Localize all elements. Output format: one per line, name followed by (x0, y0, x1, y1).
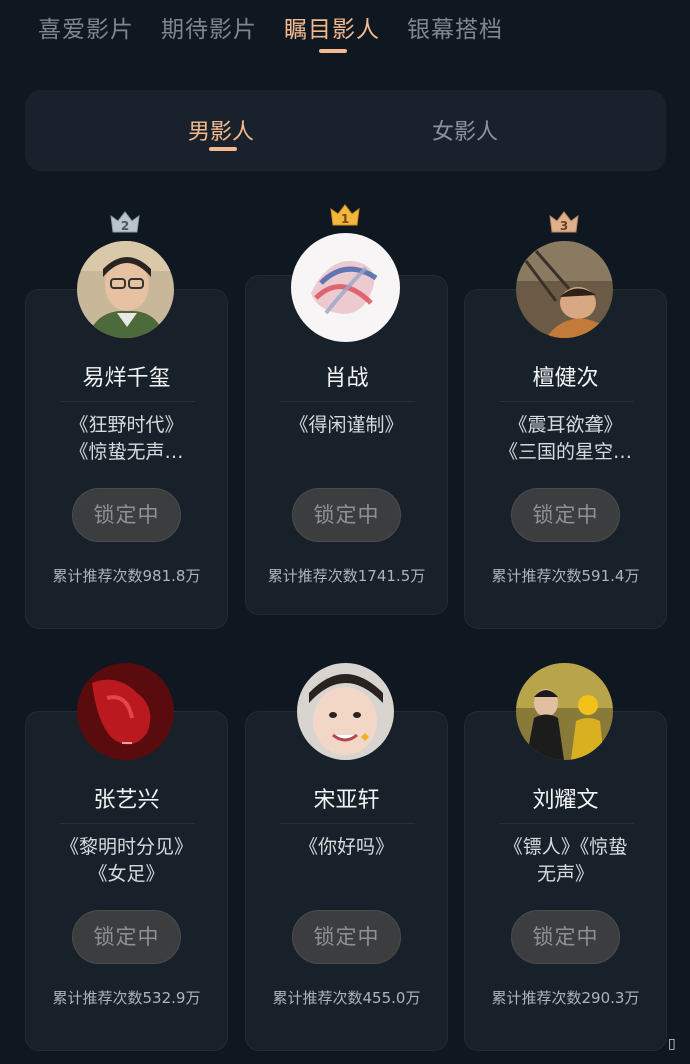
locked-button[interactable]: 锁定中 (292, 910, 401, 964)
gender-segment-control: 男影人 女影人 (25, 90, 666, 171)
work-title: 《镖人》《惊蛰 (503, 836, 628, 858)
crown-bronze-icon: 3 (549, 211, 579, 233)
person-name: 肖战 (324, 366, 369, 391)
recommend-count: 累计推荐次数455.0万 (272, 989, 421, 1007)
locked-button[interactable]: 锁定中 (292, 488, 401, 542)
work-title: 《狂野时代》 (69, 414, 184, 436)
avatar[interactable] (516, 241, 613, 338)
person-name: 张艺兴 (93, 788, 160, 813)
person-card[interactable]: 张艺兴 《黎明时分见》 《女足》 锁定中 累计推荐次数532.9万 (25, 711, 228, 1051)
crown-gold-icon: 1 (330, 204, 360, 226)
locked-button[interactable]: 锁定中 (511, 488, 620, 542)
recommend-count: 累计推荐次数532.9万 (52, 989, 201, 1007)
person-name: 刘耀文 (532, 788, 599, 813)
person-works: 《震耳欲聋》 《三国的星空… (465, 412, 666, 466)
work-title: 《你好吗》 (298, 836, 394, 858)
person-name: 檀健次 (532, 366, 599, 391)
divider (499, 401, 634, 402)
avatar[interactable] (77, 241, 174, 338)
person-name: 宋亚轩 (313, 788, 380, 813)
work-title: 《得闲谨制》 (289, 414, 404, 436)
rank-label: 1 (341, 212, 349, 226)
locked-button[interactable]: 锁定中 (511, 910, 620, 964)
avatar[interactable] (291, 233, 400, 342)
segment-female[interactable]: 女影人 (432, 114, 498, 146)
person-works: 《你好吗》 (246, 834, 447, 861)
tab-screen-partners[interactable]: 银幕搭档 (407, 10, 503, 44)
rank-label: 3 (560, 219, 568, 233)
work-title: 《女足》 (88, 863, 165, 885)
locked-button[interactable]: 锁定中 (72, 910, 181, 964)
person-card[interactable]: 檀健次 《震耳欲聋》 《三国的星空… 锁定中 累计推荐次数591.4万 (464, 289, 667, 629)
person-works: 《得闲谨制》 (246, 412, 447, 439)
work-title: 《三国的星空… (498, 441, 632, 463)
top-tab-bar: 喜爱影片 期待影片 瞩目影人 银幕搭档 (0, 0, 690, 70)
tab-favorite-films[interactable]: 喜爱影片 (38, 10, 134, 44)
person-works: 《镖人》《惊蛰 无声》 (465, 834, 666, 888)
avatar[interactable] (297, 663, 394, 760)
recommend-count: 累计推荐次数981.8万 (52, 567, 201, 585)
work-title: 《震耳欲聋》 (508, 414, 623, 436)
active-tab-indicator (319, 49, 347, 53)
active-segment-indicator (209, 147, 237, 151)
locked-button[interactable]: 锁定中 (72, 488, 181, 542)
scrollbar-indicator: ▯ (668, 1036, 676, 1052)
divider (499, 823, 634, 824)
divider (60, 401, 195, 402)
rank-label: 2 (121, 219, 129, 233)
avatar[interactable] (516, 663, 613, 760)
work-title: 《惊蛰无声… (69, 441, 184, 463)
person-works: 《黎明时分见》 《女足》 (26, 834, 227, 888)
segment-male[interactable]: 男影人 (188, 114, 254, 146)
tab-notable-people[interactable]: 瞩目影人 (284, 10, 380, 44)
person-card[interactable]: 宋亚轩 《你好吗》 锁定中 累计推荐次数455.0万 (245, 711, 448, 1051)
divider (280, 401, 415, 402)
work-title: 无声》 (536, 863, 594, 885)
person-card[interactable]: 易烊千玺 《狂野时代》 《惊蛰无声… 锁定中 累计推荐次数981.8万 (25, 289, 228, 629)
tab-anticipated-films[interactable]: 期待影片 (161, 10, 257, 44)
recommend-count: 累计推荐次数1741.5万 (267, 567, 426, 585)
crown-silver-icon: 2 (110, 211, 140, 233)
recommend-count: 累计推荐次数290.3万 (491, 989, 640, 1007)
avatar[interactable] (77, 663, 174, 760)
work-title: 《黎明时分见》 (59, 836, 193, 858)
recommend-count: 累计推荐次数591.4万 (491, 567, 640, 585)
person-name: 易烊千玺 (82, 366, 171, 391)
person-works: 《狂野时代》 《惊蛰无声… (26, 412, 227, 466)
divider (280, 823, 415, 824)
divider (60, 823, 195, 824)
person-card[interactable]: 刘耀文 《镖人》《惊蛰 无声》 锁定中 累计推荐次数290.3万 (464, 711, 667, 1051)
